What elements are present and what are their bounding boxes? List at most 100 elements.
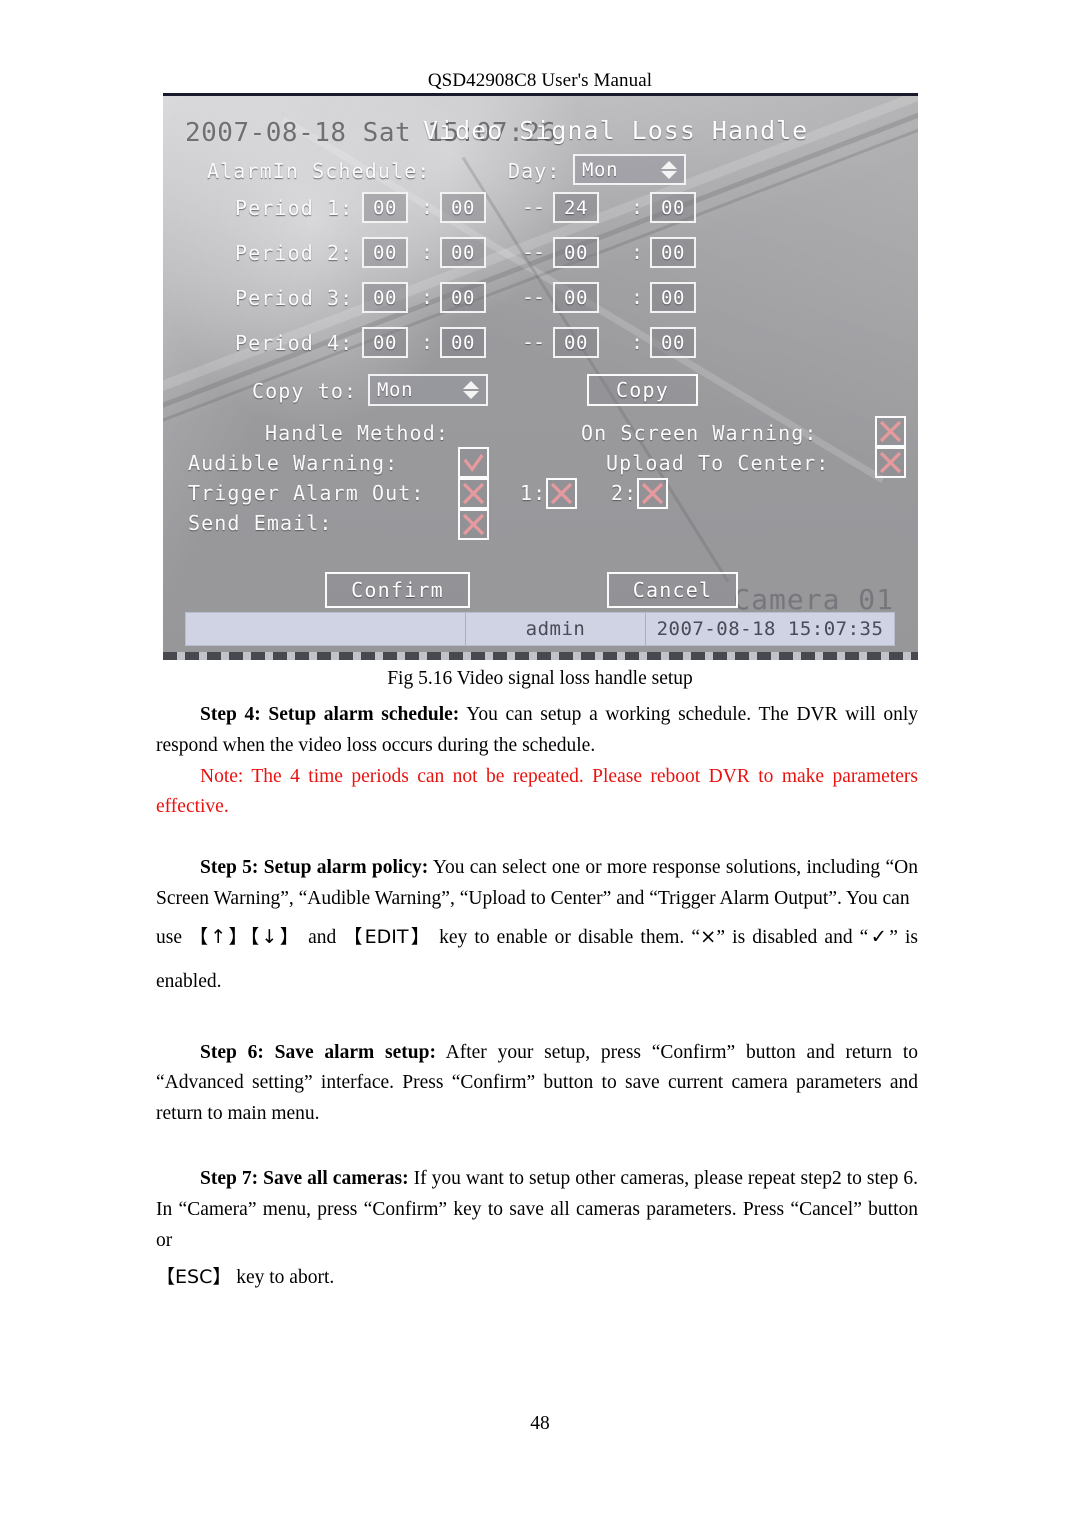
period-2-end-separator: : [631, 240, 644, 264]
x-mark-icon [550, 482, 573, 505]
upload-to-center-label: Upload To Center: [606, 451, 830, 475]
period-2-start-min[interactable]: 00 [440, 237, 486, 268]
check-symbol: ✓ [868, 924, 890, 948]
step5-and-text: and [300, 926, 344, 948]
period-3-end-separator: : [631, 285, 644, 309]
send-email-label: Send Email: [188, 511, 333, 535]
manual-page: QSD42908C8 User's Manual 2007-08-18 Sat … [0, 0, 1080, 1527]
audible-warning-checkbox[interactable] [458, 447, 489, 478]
x-mark-icon [641, 482, 664, 505]
day-dropdown[interactable]: Mon [573, 154, 686, 185]
period-4-end-separator: : [631, 330, 644, 354]
on-screen-warning-checkbox[interactable] [875, 416, 906, 447]
x-symbol: × [700, 924, 717, 948]
copy-button[interactable]: Copy [587, 374, 698, 406]
period-3-label: Period 3: [235, 286, 354, 310]
step4-paragraph: Step 4: Setup alarm schedule: You can se… [156, 700, 918, 762]
note-paragraph: Note: The 4 time periods can not be repe… [156, 765, 918, 818]
body-text: Step 4: Setup alarm schedule: You can se… [156, 700, 918, 1300]
step7-paragraph: Step 7: Save all cameras: If you want to… [156, 1164, 918, 1256]
period-4-start-hour[interactable]: 00 [362, 327, 408, 358]
period-2-start-hour[interactable]: 00 [362, 237, 408, 268]
alarm-out-1-checkbox[interactable] [546, 478, 577, 509]
copy-to-dropdown[interactable]: Mon [368, 374, 488, 406]
alarm-out-2-label: 2: [611, 481, 638, 505]
step7-heading: Step 7: Save all cameras: [200, 1167, 409, 1189]
period-1-end-separator: : [631, 195, 644, 219]
day-label: Day: [508, 159, 561, 183]
period-4-end-min[interactable]: 00 [650, 327, 696, 358]
x-mark-icon [462, 513, 485, 536]
period-1-end-hour[interactable]: 24 [553, 192, 599, 223]
key-esc: 【ESC】 [156, 1266, 232, 1289]
period-3-end-min[interactable]: 00 [650, 282, 696, 313]
step5-key-text: key to enable or disable them. “ [431, 926, 701, 948]
step7-esc-line: 【ESC】 key to abort. [156, 1256, 918, 1300]
copy-to-label: Copy to: [252, 379, 358, 403]
chevron-updown-icon[interactable] [661, 158, 677, 182]
key-down: 【↓】 [249, 925, 301, 948]
menu-title: Video Signal Loss Handle [423, 116, 809, 145]
step5-use-text: use [156, 926, 190, 948]
dvr-screenshot-figure: 2007-08-18 Sat 15:07:26 Camera 01 Video … [163, 96, 918, 660]
period-3-start-hour[interactable]: 00 [362, 282, 408, 313]
step5-paragraph: Step 5: Setup alarm policy: You can sele… [156, 853, 918, 915]
key-up: 【↑】 [189, 925, 250, 948]
alarmin-schedule-label: AlarmIn Schedule: [207, 159, 431, 183]
period-1-start-hour[interactable]: 00 [362, 192, 408, 223]
period-2-start-separator: : [421, 240, 434, 264]
figure-bottom-edge [163, 652, 918, 660]
send-email-checkbox[interactable] [458, 509, 489, 540]
step6-heading: Step 6: Save alarm setup: [200, 1041, 436, 1063]
step5-keys-line: use 【↑】【↓】 and 【EDIT】 key to enable or d… [156, 915, 918, 1004]
period-3-end-hour[interactable]: 00 [553, 282, 599, 313]
alarm-out-1-label: 1: [520, 481, 547, 505]
period-3-range-separator: -- [522, 285, 545, 309]
period-2-range-separator: -- [522, 240, 545, 264]
page-header: QSD42908C8 User's Manual [0, 70, 1080, 92]
period-1-end-min[interactable]: 00 [650, 192, 696, 223]
trigger-alarm-out-label: Trigger Alarm Out: [188, 481, 425, 505]
period-2-end-min[interactable]: 00 [650, 237, 696, 268]
figure-caption: Fig 5.16 Video signal loss handle setup [387, 668, 693, 689]
day-dropdown-value: Mon [582, 158, 619, 181]
period-1-start-separator: : [421, 195, 434, 219]
handle-method-label: Handle Method: [265, 421, 449, 445]
period-4-range-separator: -- [522, 330, 545, 354]
period-4-start-separator: : [421, 330, 434, 354]
step4-heading: Step 4: Setup alarm schedule: [200, 704, 460, 725]
key-edit: 【EDIT】 [343, 925, 432, 948]
period-1-label: Period 1: [235, 196, 354, 220]
page-number: 48 [530, 1413, 550, 1434]
period-2-label: Period 2: [235, 241, 354, 265]
alarm-out-2-checkbox[interactable] [637, 478, 668, 509]
period-1-range-separator: -- [522, 195, 545, 219]
upload-to-center-checkbox[interactable] [875, 447, 906, 478]
trigger-alarm-out-checkbox[interactable] [458, 478, 489, 509]
period-1-start-min[interactable]: 00 [440, 192, 486, 223]
status-datetime-cell: 2007-08-18 15:07:35 [656, 618, 884, 640]
step5-disabled-text: ” is disabled and “ [716, 926, 869, 948]
status-user-cell: admin [466, 613, 646, 645]
dvr-status-bar: admin 2007-08-18 15:07:35 [185, 612, 895, 646]
x-mark-icon [879, 451, 902, 474]
chevron-updown-icon[interactable] [463, 378, 479, 402]
period-3-start-min[interactable]: 00 [440, 282, 486, 313]
period-4-label: Period 4: [235, 331, 354, 355]
x-mark-icon [462, 482, 485, 505]
cancel-button[interactable]: Cancel [607, 572, 738, 608]
step5-heading: Step 5: Setup alarm policy: [200, 857, 429, 879]
period-4-start-min[interactable]: 00 [440, 327, 486, 358]
period-3-start-separator: : [421, 285, 434, 309]
step7-abort-text: key to abort. [231, 1267, 335, 1289]
check-mark-icon [463, 454, 484, 472]
audible-warning-label: Audible Warning: [188, 451, 399, 475]
on-screen-warning-label: On Screen Warning: [581, 421, 818, 445]
copy-to-dropdown-value: Mon [377, 379, 414, 401]
confirm-button[interactable]: Confirm [325, 572, 470, 608]
status-blank-cell [186, 613, 466, 645]
step6-paragraph: Step 6: Save alarm setup: After your set… [156, 1038, 918, 1130]
header-title: QSD42908C8 User's Manual [427, 70, 653, 91]
period-2-end-hour[interactable]: 00 [553, 237, 599, 268]
period-4-end-hour[interactable]: 00 [553, 327, 599, 358]
